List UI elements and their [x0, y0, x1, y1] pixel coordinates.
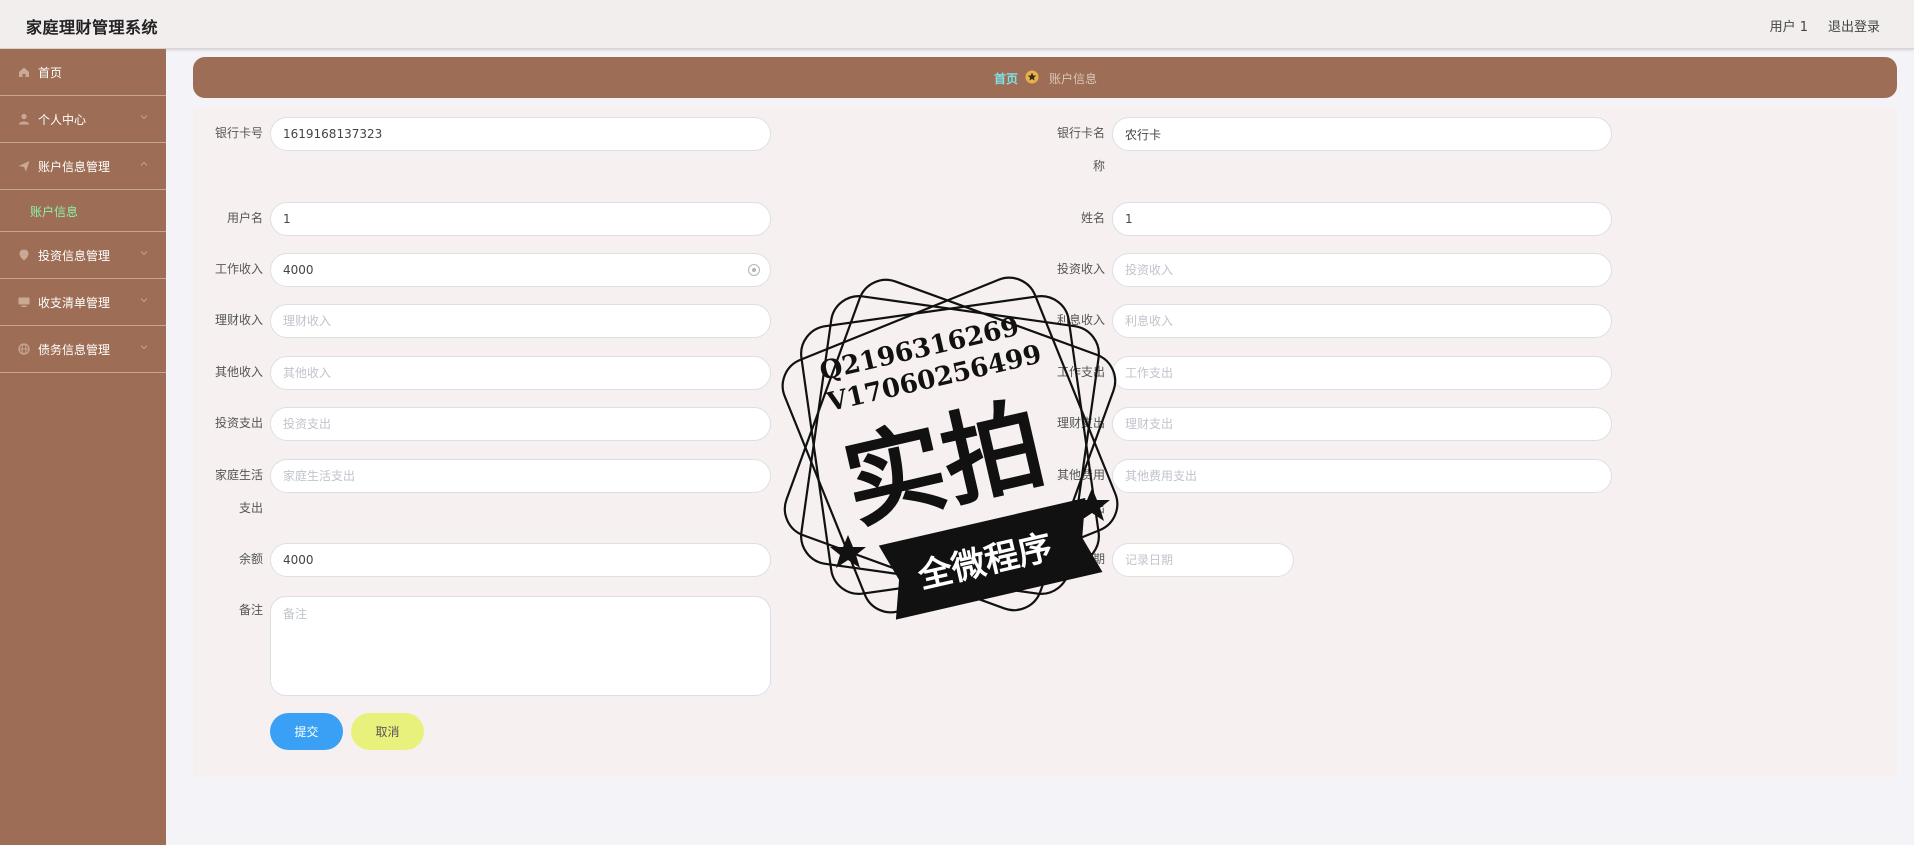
other-income-label: 其他收入 [214, 365, 263, 379]
family-expense-label-line1: 家庭生活 [214, 468, 263, 482]
invest-expense-label: 投资支出 [214, 416, 263, 430]
username-label: 用户名 [226, 211, 263, 225]
app-title: 家庭理财管理系统 [26, 18, 159, 37]
chevron-down-icon [140, 251, 148, 256]
sidebar-item-account-mgmt[interactable]: 账户信息管理 [0, 143, 166, 190]
family-expense-label-line2: 支出 [238, 501, 263, 515]
location-icon [19, 249, 29, 261]
name-input[interactable] [1112, 202, 1612, 236]
invest-expense-input[interactable] [270, 407, 771, 441]
other-income-input[interactable] [270, 356, 771, 390]
other-expense-input[interactable] [1112, 459, 1612, 493]
bank-card-no-input[interactable] [270, 117, 771, 151]
sidebar-item-label: 首页 [38, 66, 63, 80]
balance-input[interactable] [270, 543, 771, 577]
finance-income-input[interactable] [270, 304, 771, 338]
chevron-up-icon [140, 161, 148, 166]
work-expense-input[interactable] [1112, 356, 1612, 390]
user-icon [19, 113, 29, 125]
globe-icon [18, 343, 30, 355]
remark-textarea[interactable] [270, 596, 771, 696]
cancel-button[interactable]: 取消 [351, 713, 424, 750]
bank-card-name-input[interactable] [1112, 117, 1612, 151]
sidebar-item-label: 债务信息管理 [38, 343, 111, 357]
sidebar-item-label: 账户信息管理 [38, 160, 111, 174]
chevron-down-icon [140, 298, 148, 303]
breadcrumb-home[interactable]: 首页 [994, 70, 1018, 87]
current-user: 用户 1 [1769, 20, 1808, 35]
sidebar-item-debt-mgmt[interactable]: 债务信息管理 [0, 326, 166, 373]
work-income-label: 工作收入 [214, 262, 263, 276]
sidebar: 首页 个人中心 账户信息管理 账户信息 投资信息管理 收支清单管理 债务信息管理 [0, 49, 166, 845]
logout-link[interactable]: 退出登录 [1828, 16, 1880, 35]
family-expense-input[interactable] [270, 459, 771, 493]
chevron-down-icon [140, 345, 148, 350]
star-icon [1025, 70, 1039, 84]
bank-card-name-label-line2: 称 [1092, 159, 1105, 173]
balance-label: 余额 [238, 552, 263, 566]
invest-income-input[interactable] [1112, 253, 1612, 287]
home-icon [19, 67, 29, 77]
sidebar-item-label: 个人中心 [38, 113, 87, 127]
remark-label: 备注 [238, 603, 263, 617]
interest-income-input[interactable] [1112, 304, 1612, 338]
sidebar-subitem-label: 账户信息 [30, 205, 79, 219]
bank-card-name-label-line1: 银行卡名 [1056, 126, 1105, 140]
sidebar-item-income-expense[interactable]: 收支清单管理 [0, 279, 166, 326]
monitor-icon [18, 297, 30, 307]
breadcrumb-current: 账户信息 [1049, 72, 1098, 86]
finance-income-label: 理财收入 [214, 313, 263, 327]
submit-button[interactable]: 提交 [270, 713, 343, 750]
sidebar-subitem-account-info[interactable]: 账户信息 [0, 190, 166, 232]
work-income-input[interactable] [270, 253, 771, 287]
sidebar-item-home[interactable]: 首页 [0, 49, 166, 96]
username-input[interactable] [270, 202, 771, 236]
sidebar-item-profile[interactable]: 个人中心 [0, 96, 166, 143]
name-label: 姓名 [1080, 211, 1105, 225]
sidebar-item-investment-mgmt[interactable]: 投资信息管理 [0, 232, 166, 279]
watermark-stamp: Q2196316269 V17060256499 实拍 全微程序 [781, 276, 1119, 620]
top-bar: 家庭理财管理系统 用户 1 退出登录 [0, 0, 1914, 49]
sidebar-item-label: 投资信息管理 [38, 249, 111, 263]
breadcrumb: 首页 账户信息 [193, 57, 1897, 98]
finance-expense-input[interactable] [1112, 407, 1612, 441]
chevron-down-icon [140, 115, 148, 120]
sidebar-item-label: 收支清单管理 [38, 296, 111, 310]
bank-card-no-label: 银行卡号 [214, 126, 263, 140]
send-icon [18, 161, 30, 172]
